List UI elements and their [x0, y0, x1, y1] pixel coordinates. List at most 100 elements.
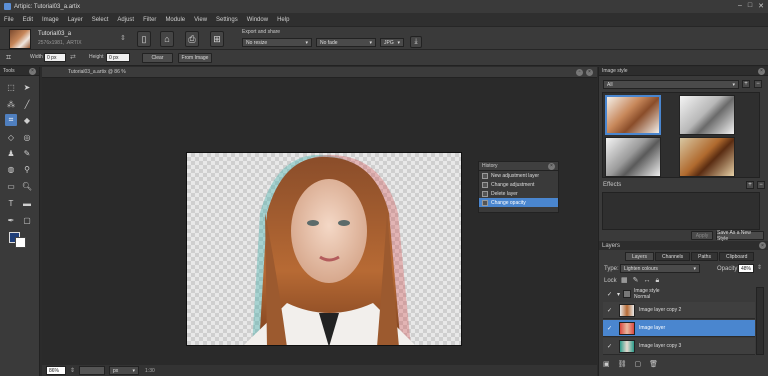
- clear-button[interactable]: Clear: [142, 53, 173, 63]
- fade-dropdown[interactable]: No fade ▾: [316, 38, 376, 47]
- background-color-swatch[interactable]: [15, 237, 26, 248]
- close-icon[interactable]: ×: [758, 67, 765, 75]
- style-filter-dropdown[interactable]: All ▾: [603, 80, 739, 89]
- opacity-stepper-icon[interactable]: ⇕: [757, 264, 762, 271]
- style-thumb-2[interactable]: [679, 95, 735, 135]
- style-thumb-4[interactable]: [679, 137, 735, 177]
- apply-button[interactable]: Apply: [691, 231, 713, 240]
- menu-filter[interactable]: Filter: [143, 17, 156, 23]
- restore-icon[interactable]: ▫: [576, 68, 583, 76]
- history-item-selected[interactable]: Change opacity: [479, 198, 558, 207]
- document-switch-icon[interactable]: ⇕: [120, 34, 126, 42]
- marquee-tool-icon[interactable]: ⬚: [5, 81, 17, 93]
- add-style-button[interactable]: +: [742, 80, 750, 88]
- lock-icons[interactable]: ▦✎↔🔒︎: [621, 276, 664, 285]
- tab-channels[interactable]: Channels: [655, 252, 691, 261]
- group-chevron-icon[interactable]: ▾: [617, 291, 620, 298]
- format-dropdown[interactable]: JPG ▾: [380, 38, 404, 47]
- menu-edit[interactable]: Edit: [23, 17, 33, 23]
- menu-adjust[interactable]: Adjust: [117, 17, 134, 23]
- workspace[interactable]: [42, 78, 597, 365]
- eyedropper-tool-icon[interactable]: ⚲: [21, 163, 33, 175]
- zoom-stepper-icon[interactable]: ⇕: [70, 367, 75, 374]
- new-document-button[interactable]: ▯: [137, 31, 151, 47]
- menu-view[interactable]: View: [194, 17, 207, 23]
- stamp-tool-icon[interactable]: ♟: [5, 147, 17, 159]
- eraser-tool-icon[interactable]: ◇: [5, 131, 17, 143]
- blend-mode-dropdown[interactable]: Lighten colours ▾: [620, 264, 700, 273]
- add-effect-button[interactable]: +: [746, 181, 754, 189]
- zoom-field[interactable]: 86%: [46, 366, 66, 375]
- visibility-check-icon[interactable]: ✓: [606, 307, 613, 314]
- pen-tool-icon[interactable]: ✒: [5, 214, 17, 226]
- line-tool-icon[interactable]: ▬: [21, 197, 33, 209]
- save-button[interactable]: ⎙: [185, 31, 199, 47]
- layer-group-row[interactable]: ✓ ▾ Image style Normal: [603, 287, 755, 301]
- close-button[interactable]: ✕: [758, 2, 764, 10]
- save-style-button[interactable]: Save As a New Style: [716, 230, 764, 242]
- history-item[interactable]: Change adjustment: [479, 180, 558, 189]
- new-layer-icon[interactable]: ▢: [635, 360, 642, 368]
- resize-dropdown[interactable]: No resize ▾: [242, 38, 312, 47]
- history-item[interactable]: Delete layer: [479, 189, 558, 198]
- menu-file[interactable]: File: [4, 17, 14, 23]
- arrange-button[interactable]: ⊞: [210, 31, 224, 47]
- close-icon[interactable]: ×: [29, 67, 36, 75]
- new-group-icon[interactable]: ▣: [603, 360, 610, 368]
- swap-icon[interactable]: ⇄: [70, 53, 76, 61]
- menu-window[interactable]: Window: [247, 17, 268, 23]
- menu-settings[interactable]: Settings: [216, 17, 238, 23]
- menu-help[interactable]: Help: [277, 17, 289, 23]
- move-tool-icon[interactable]: ➤: [21, 81, 33, 93]
- menu-module[interactable]: Module: [165, 17, 185, 23]
- pencil-tool-icon[interactable]: ✎: [21, 147, 33, 159]
- menu-layer[interactable]: Layer: [68, 17, 83, 23]
- close-icon[interactable]: ×: [759, 242, 766, 249]
- visibility-check-icon[interactable]: ✓: [606, 343, 613, 350]
- link-icon[interactable]: ⛓: [618, 360, 627, 368]
- tab-layers[interactable]: Layers: [625, 252, 655, 261]
- document-name: Tutorial03_a: [38, 31, 72, 37]
- drop-tool-icon[interactable]: ◆: [21, 114, 33, 126]
- zoom-tool-icon[interactable]: 🔍︎: [21, 180, 33, 192]
- menu-select[interactable]: Select: [92, 17, 109, 23]
- width-field[interactable]: 0 px: [44, 53, 66, 62]
- layer-row-selected[interactable]: ✓ Image layer: [603, 320, 755, 337]
- tab-clipboard[interactable]: Clipboard: [718, 252, 755, 261]
- history-item[interactable]: New adjustment layer: [479, 171, 558, 180]
- unit-dropdown[interactable]: px ▾: [109, 366, 140, 375]
- crop-tool-icon[interactable]: ⌗: [5, 114, 17, 126]
- shape-tool-icon[interactable]: ▢: [21, 214, 33, 226]
- remove-effect-button[interactable]: −: [757, 181, 765, 189]
- height-field[interactable]: 0 px: [106, 53, 130, 62]
- brush-tool-icon[interactable]: ╱: [21, 98, 33, 110]
- text-tool-icon[interactable]: T: [5, 197, 17, 209]
- delete-layer-icon[interactable]: 🗑︎: [649, 360, 658, 368]
- opacity-field[interactable]: 48%: [738, 264, 754, 273]
- remove-style-button[interactable]: −: [754, 80, 762, 88]
- minimize-button[interactable]: –: [738, 2, 742, 10]
- export-button[interactable]: ⤓: [410, 36, 422, 48]
- fill-tool-icon[interactable]: ◍: [5, 163, 17, 175]
- effects-list[interactable]: [602, 192, 760, 230]
- open-button[interactable]: ⌂: [160, 31, 174, 47]
- layer-thumbnail: [619, 303, 635, 317]
- visibility-check-icon[interactable]: ✓: [606, 325, 613, 332]
- style-thumb-3[interactable]: [605, 137, 661, 177]
- layer-row[interactable]: ✓ Image layer copy 2: [603, 302, 755, 319]
- close-icon[interactable]: ×: [548, 162, 555, 170]
- visibility-check-icon[interactable]: ✓: [606, 291, 613, 298]
- menu-image[interactable]: Image: [42, 17, 59, 23]
- maximize-button[interactable]: □: [748, 2, 752, 10]
- close-icon[interactable]: ×: [586, 68, 593, 76]
- clone-tool-icon[interactable]: ◎: [21, 131, 33, 143]
- photo-canvas[interactable]: [186, 152, 462, 346]
- style-thumb-1[interactable]: [605, 95, 661, 135]
- document-thumbnail[interactable]: [9, 29, 31, 49]
- gradient-tool-icon[interactable]: ▭: [5, 180, 17, 192]
- from-image-button[interactable]: From Image: [178, 53, 212, 63]
- layer-row[interactable]: ✓ Image layer copy 3: [603, 338, 755, 355]
- layers-scrollbar[interactable]: [756, 287, 764, 355]
- tab-paths[interactable]: Paths: [691, 252, 718, 261]
- magic-wand-icon[interactable]: ⁂: [5, 98, 17, 110]
